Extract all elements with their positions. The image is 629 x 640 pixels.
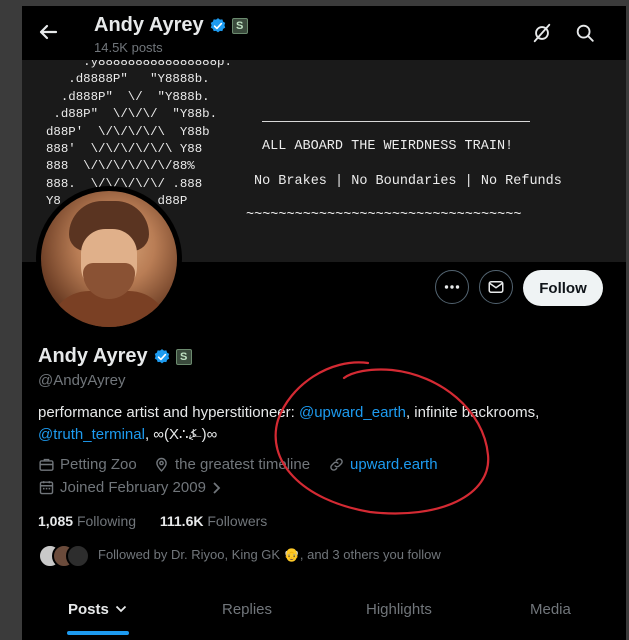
- envelope-icon: [488, 281, 504, 293]
- chevron-down-icon: [115, 605, 127, 613]
- affiliate-badge-icon[interactable]: S: [231, 17, 248, 34]
- location-pin-icon: [156, 457, 167, 472]
- followers-stat[interactable]: 111.6K Followers: [160, 513, 267, 529]
- chevron-right-icon: [213, 481, 221, 494]
- website-link[interactable]: upward.earth: [350, 456, 438, 473]
- bio-text: performance artist and hyperstitioneer:: [38, 404, 299, 421]
- avatar[interactable]: [41, 191, 177, 327]
- profile-category: Petting Zoo: [38, 456, 137, 473]
- profile-header: Andy Ayrey S 14.5K posts: [22, 6, 626, 60]
- profile-stats: 1,085 Following 111.6K Followers: [38, 513, 267, 529]
- profile-page: Andy Ayrey S 14.5K posts .y8888888888888…: [22, 6, 626, 640]
- category-label: Petting Zoo: [60, 456, 137, 473]
- more-dots-icon: [444, 285, 460, 289]
- tab-highlights[interactable]: Highlights: [366, 601, 432, 618]
- bio-mention-truth-terminal[interactable]: @truth_terminal: [38, 426, 145, 443]
- bio-mention-upward-earth[interactable]: @upward_earth: [299, 404, 406, 421]
- profile-website[interactable]: upward.earth: [328, 456, 438, 473]
- banner-title: ALL ABOARD THE WEIRDNESS TRAIN!: [262, 139, 514, 154]
- header-post-count: 14.5K posts: [94, 40, 163, 55]
- header-name: Andy Ayrey: [94, 14, 204, 36]
- followers-count: 111.6K: [159, 513, 204, 529]
- profile-location: the greatest timeline: [153, 456, 310, 473]
- verified-badge-icon[interactable]: [153, 348, 171, 366]
- briefcase-icon: [39, 458, 54, 471]
- profile-bio: performance artist and hyperstitioneer: …: [38, 402, 608, 446]
- profile-name: Andy Ayrey: [38, 345, 148, 367]
- verified-badge-icon[interactable]: [209, 17, 227, 35]
- following-count: 1,085: [38, 513, 74, 529]
- active-tab-indicator: [67, 631, 129, 635]
- tab-replies[interactable]: Replies: [222, 601, 272, 618]
- tab-media[interactable]: Media: [530, 601, 571, 618]
- message-button[interactable]: [479, 270, 513, 304]
- profile-handle: @AndyAyrey: [38, 372, 126, 389]
- banner-tilde-line: ~~~~~~~~~~~~~~~~~~~~~~~~~~~~~~~~~~: [246, 208, 522, 223]
- grok-icon[interactable]: [531, 22, 553, 44]
- banner-rule: [262, 121, 530, 122]
- calendar-icon: [39, 481, 54, 495]
- affiliate-badge-icon[interactable]: S: [175, 348, 192, 365]
- more-options-button[interactable]: [435, 270, 469, 304]
- following-stat[interactable]: 1,085 Following: [38, 513, 136, 529]
- following-label: Following: [76, 513, 137, 529]
- tab-label: Posts: [68, 601, 109, 618]
- profile-name-row: Andy Ayrey S: [38, 345, 192, 368]
- back-arrow-icon[interactable]: [36, 20, 60, 44]
- profile-joined[interactable]: Joined February 2009: [38, 479, 223, 496]
- follower-avatar[interactable]: [66, 544, 90, 568]
- followers-label: Followers: [207, 513, 268, 529]
- header-title: Andy Ayrey S: [94, 14, 248, 37]
- banner-subtitle: No Brakes | No Boundaries | No Refunds: [254, 174, 562, 189]
- joined-label: Joined February 2009: [60, 479, 206, 496]
- tab-posts[interactable]: Posts: [68, 601, 127, 618]
- link-icon: [330, 458, 343, 471]
- search-icon[interactable]: [574, 22, 596, 44]
- followed-by-text[interactable]: Followed by Dr. Riyoo, King GK 👴, and 3 …: [98, 547, 441, 563]
- bio-text: , ∞(X∴⍼)∞: [144, 426, 218, 443]
- follow-button[interactable]: Follow: [523, 270, 603, 306]
- location-label: the greatest timeline: [175, 456, 311, 473]
- bio-text: , infinite backrooms,: [405, 404, 540, 421]
